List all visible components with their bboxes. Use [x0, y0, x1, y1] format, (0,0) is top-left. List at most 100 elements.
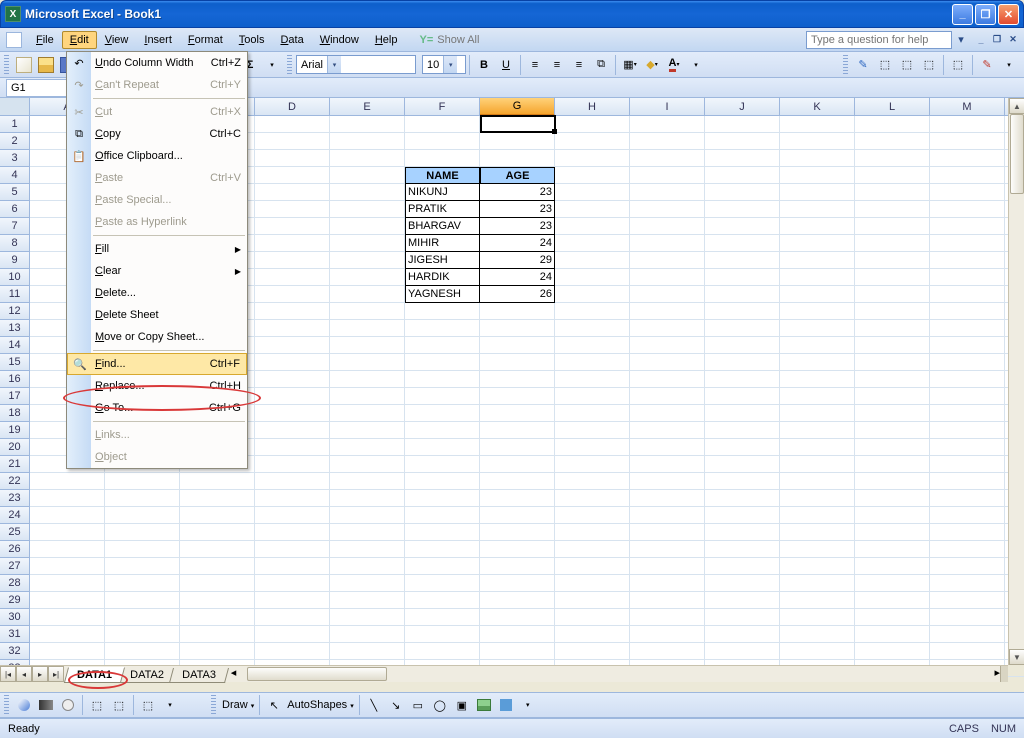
- cell[interactable]: [705, 320, 780, 337]
- cell[interactable]: [705, 337, 780, 354]
- cell[interactable]: PRATIK: [405, 201, 480, 218]
- cell[interactable]: [855, 422, 930, 439]
- cell[interactable]: [705, 405, 780, 422]
- cell[interactable]: [330, 354, 405, 371]
- cell[interactable]: [930, 592, 1005, 609]
- menu-file[interactable]: File: [28, 31, 62, 49]
- cell[interactable]: [255, 558, 330, 575]
- cell[interactable]: [105, 490, 180, 507]
- draw-btn-1[interactable]: [13, 694, 35, 716]
- cell[interactable]: [405, 609, 480, 626]
- cell[interactable]: [330, 218, 405, 235]
- cell[interactable]: [555, 609, 630, 626]
- cell[interactable]: [405, 439, 480, 456]
- cell[interactable]: [30, 490, 105, 507]
- cell[interactable]: [855, 490, 930, 507]
- edit-menu-undo-column-width[interactable]: ↶Undo Column WidthCtrl+Z: [67, 52, 247, 74]
- cell[interactable]: [855, 269, 930, 286]
- menu-view[interactable]: View: [97, 31, 137, 49]
- cell[interactable]: [180, 507, 255, 524]
- edit-menu-office-clipboard[interactable]: 📋Office Clipboard...: [67, 145, 247, 167]
- cell[interactable]: [405, 405, 480, 422]
- tb-btn-b[interactable]: ⬚: [896, 54, 918, 76]
- cell[interactable]: [180, 643, 255, 660]
- cell[interactable]: [630, 405, 705, 422]
- cell[interactable]: 26: [480, 286, 555, 303]
- cell[interactable]: [555, 541, 630, 558]
- cell[interactable]: [255, 116, 330, 133]
- cell[interactable]: [705, 626, 780, 643]
- cell[interactable]: [330, 456, 405, 473]
- cell[interactable]: [705, 303, 780, 320]
- cell[interactable]: [930, 524, 1005, 541]
- cell[interactable]: [930, 575, 1005, 592]
- cell[interactable]: [855, 558, 930, 575]
- select-all-corner[interactable]: [0, 98, 30, 116]
- cell[interactable]: [255, 524, 330, 541]
- cell[interactable]: [705, 439, 780, 456]
- cell[interactable]: HARDIK: [405, 269, 480, 286]
- cell[interactable]: [855, 388, 930, 405]
- cell[interactable]: [105, 507, 180, 524]
- row-header-21[interactable]: 21: [0, 456, 30, 473]
- cell[interactable]: NAME: [405, 167, 480, 184]
- cell[interactable]: [855, 150, 930, 167]
- cell[interactable]: [255, 507, 330, 524]
- cell[interactable]: [255, 643, 330, 660]
- cell[interactable]: [780, 592, 855, 609]
- cell[interactable]: [555, 235, 630, 252]
- cell[interactable]: [330, 643, 405, 660]
- tab-nav-prev[interactable]: ◂: [16, 666, 32, 682]
- cell[interactable]: [255, 592, 330, 609]
- cell[interactable]: [630, 422, 705, 439]
- cell[interactable]: [330, 337, 405, 354]
- cell[interactable]: MIHIR: [405, 235, 480, 252]
- cell[interactable]: [555, 201, 630, 218]
- cell[interactable]: [855, 116, 930, 133]
- research-button[interactable]: ✎: [852, 54, 874, 76]
- cell[interactable]: 24: [480, 235, 555, 252]
- cell[interactable]: [855, 286, 930, 303]
- cell[interactable]: [630, 575, 705, 592]
- cell[interactable]: [555, 524, 630, 541]
- cell[interactable]: [705, 541, 780, 558]
- row-header-16[interactable]: 16: [0, 371, 30, 388]
- tab-nav-next[interactable]: ▸: [32, 666, 48, 682]
- cell[interactable]: [255, 218, 330, 235]
- cell[interactable]: [330, 558, 405, 575]
- cell[interactable]: [855, 235, 930, 252]
- row-header-6[interactable]: 6: [0, 201, 30, 218]
- cell[interactable]: [630, 558, 705, 575]
- cell[interactable]: [630, 354, 705, 371]
- cell[interactable]: [105, 541, 180, 558]
- cell[interactable]: [630, 456, 705, 473]
- row-header-22[interactable]: 22: [0, 473, 30, 490]
- cell[interactable]: [105, 626, 180, 643]
- cell[interactable]: [405, 337, 480, 354]
- cell[interactable]: [555, 507, 630, 524]
- col-header-F[interactable]: F: [405, 98, 480, 116]
- cell[interactable]: [330, 422, 405, 439]
- row-header-12[interactable]: 12: [0, 303, 30, 320]
- cell[interactable]: [630, 473, 705, 490]
- cell[interactable]: [930, 116, 1005, 133]
- row-header-26[interactable]: 26: [0, 541, 30, 558]
- cell[interactable]: [330, 592, 405, 609]
- cell[interactable]: [480, 592, 555, 609]
- cell[interactable]: [630, 592, 705, 609]
- cell[interactable]: [405, 422, 480, 439]
- cell[interactable]: [555, 150, 630, 167]
- cell[interactable]: [30, 643, 105, 660]
- cell[interactable]: [255, 354, 330, 371]
- textbox-button[interactable]: ▣: [451, 694, 473, 716]
- cell[interactable]: [330, 303, 405, 320]
- cell[interactable]: [555, 643, 630, 660]
- draw-grip-1[interactable]: [4, 695, 9, 715]
- cell[interactable]: [705, 422, 780, 439]
- cell[interactable]: [405, 150, 480, 167]
- cell[interactable]: [480, 507, 555, 524]
- name-box[interactable]: [6, 79, 68, 97]
- cell[interactable]: [555, 218, 630, 235]
- workbook-icon[interactable]: [6, 32, 22, 48]
- cell[interactable]: [180, 541, 255, 558]
